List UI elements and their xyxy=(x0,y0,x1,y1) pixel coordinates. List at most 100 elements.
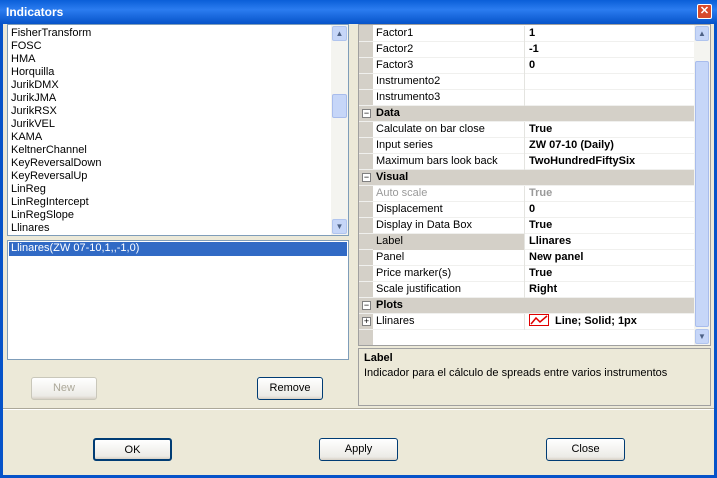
list-item[interactable]: FOSC xyxy=(11,40,42,53)
list-item[interactable]: HMA xyxy=(11,53,35,66)
property-row[interactable]: + Llinares Line; Solid; 1px xyxy=(359,314,694,330)
property-value[interactable]: Right xyxy=(525,282,557,298)
property-row[interactable]: Label Llinares xyxy=(359,234,694,250)
description-text: Indicador para el cálculo de spreads ent… xyxy=(364,367,668,379)
remove-button[interactable]: Remove xyxy=(257,377,323,400)
property-name: Instrumento2 xyxy=(373,74,525,90)
property-value[interactable]: -1 xyxy=(525,42,539,58)
property-row[interactable]: Factor3 0 xyxy=(359,58,694,74)
plot-value-text: Line; Solid; 1px xyxy=(555,315,637,327)
property-name: Factor3 xyxy=(373,58,525,74)
property-grid[interactable]: ▲ ▼ Factor1 1 Factor2 -1 Factor3 0 Instrumento… xyxy=(358,24,711,346)
property-name: Llinares xyxy=(373,314,525,330)
category-label: Data xyxy=(376,107,400,119)
property-value[interactable]: True xyxy=(525,218,552,234)
scroll-thumb[interactable] xyxy=(695,61,709,327)
plot-line-icon xyxy=(529,314,555,327)
list-item[interactable]: KAMA xyxy=(11,131,42,144)
list-item[interactable]: Horquilla xyxy=(11,66,54,79)
list-item[interactable]: JurikRSX xyxy=(11,105,57,118)
property-name: Label xyxy=(373,234,525,250)
property-name: Panel xyxy=(373,250,525,266)
property-value[interactable]: Llinares xyxy=(525,234,571,250)
list-item[interactable]: JurikDMX xyxy=(11,79,59,92)
list-item[interactable]: KeyReversalUp xyxy=(11,170,87,183)
window-title: Indicators xyxy=(6,5,64,19)
property-row[interactable]: Displacement 0 xyxy=(359,202,694,218)
property-value[interactable] xyxy=(525,74,529,90)
property-value[interactable] xyxy=(525,90,529,106)
property-value[interactable]: True xyxy=(525,186,552,202)
property-value[interactable]: New panel xyxy=(525,250,583,266)
applied-item[interactable]: Llinares(ZW 07-10,1,,-1,0) xyxy=(9,242,347,256)
title-bar: Indicators ✕ xyxy=(0,0,717,24)
property-row[interactable]: Input series ZW 07-10 (Daily) xyxy=(359,138,694,154)
expand-icon[interactable]: + xyxy=(362,317,371,326)
property-name: Auto scale xyxy=(373,186,525,202)
list-item[interactable]: LinRegSlope xyxy=(11,209,74,222)
property-value[interactable]: Line; Solid; 1px xyxy=(525,314,637,330)
list-item[interactable]: FisherTransform xyxy=(11,27,91,40)
property-value[interactable]: True xyxy=(525,122,552,138)
indicator-list-scrollbar[interactable]: ▲ ▼ xyxy=(331,25,348,235)
category-label: Plots xyxy=(376,299,403,311)
property-row[interactable]: Auto scale True xyxy=(359,186,694,202)
property-grid-scrollbar[interactable]: ▲ ▼ xyxy=(694,25,710,345)
close-icon[interactable]: ✕ xyxy=(697,4,712,19)
property-row[interactable]: Factor2 -1 xyxy=(359,42,694,58)
property-row[interactable]: Display in Data Box True xyxy=(359,218,694,234)
scroll-down-icon[interactable]: ▼ xyxy=(332,219,347,234)
list-item[interactable]: JurikVEL xyxy=(11,118,55,131)
property-value[interactable]: ZW 07-10 (Daily) xyxy=(525,138,614,154)
property-name: Maximum bars look back xyxy=(373,154,525,170)
property-row[interactable]: Factor1 1 xyxy=(359,26,694,42)
property-value[interactable]: 0 xyxy=(525,58,535,74)
list-item[interactable]: KeyReversalDown xyxy=(11,157,101,170)
scroll-up-icon[interactable]: ▲ xyxy=(695,26,709,41)
property-value[interactable]: TwoHundredFiftySix xyxy=(525,154,635,170)
property-row[interactable]: Scale justification Right xyxy=(359,282,694,298)
property-row[interactable]: Panel New panel xyxy=(359,250,694,266)
collapse-icon[interactable]: − xyxy=(362,173,371,182)
category-label: Visual xyxy=(376,171,409,183)
new-button[interactable]: New xyxy=(31,377,97,400)
property-row[interactable]: Instrumento3 xyxy=(359,90,694,106)
property-value[interactable]: 1 xyxy=(525,26,535,42)
property-name: Displacement xyxy=(373,202,525,218)
property-name: Input series xyxy=(373,138,525,154)
indicator-list[interactable]: ▲ ▼ FisherTransform FOSC HMA Horquilla Jurik… xyxy=(7,24,349,236)
property-name: Display in Data Box xyxy=(373,218,525,234)
property-name: Factor2 xyxy=(373,42,525,58)
apply-button[interactable]: Apply xyxy=(319,438,398,461)
list-item[interactable]: KeltnerChannel xyxy=(11,144,87,157)
property-row[interactable]: Calculate on bar close True xyxy=(359,122,694,138)
list-item[interactable]: Llinares xyxy=(11,222,50,235)
list-item[interactable]: LinReg xyxy=(11,183,46,196)
property-name: Price marker(s) xyxy=(373,266,525,282)
list-item[interactable]: LinRegIntercept xyxy=(11,196,89,209)
property-name: Calculate on bar close xyxy=(373,122,525,138)
property-name: Scale justification xyxy=(373,282,525,298)
property-row[interactable]: Price marker(s) True xyxy=(359,266,694,282)
property-name: Factor1 xyxy=(373,26,525,42)
description-title: Label xyxy=(364,352,393,364)
category-data[interactable]: − Data xyxy=(359,106,694,122)
ok-button[interactable]: OK xyxy=(93,438,172,461)
property-row[interactable]: Instrumento2 xyxy=(359,74,694,90)
list-item[interactable]: JurikJMA xyxy=(11,92,56,105)
scroll-up-icon[interactable]: ▲ xyxy=(332,26,347,41)
collapse-icon[interactable]: − xyxy=(362,109,371,118)
property-row[interactable]: Maximum bars look back TwoHundredFiftySix xyxy=(359,154,694,170)
close-button[interactable]: Close xyxy=(546,438,625,461)
property-value[interactable]: 0 xyxy=(525,202,535,218)
category-plots[interactable]: − Plots xyxy=(359,298,694,314)
property-value[interactable]: True xyxy=(525,266,552,282)
applied-indicators-list[interactable]: Llinares(ZW 07-10,1,,-1,0) xyxy=(7,240,349,360)
scroll-thumb[interactable] xyxy=(332,94,347,118)
scroll-down-icon[interactable]: ▼ xyxy=(695,329,709,344)
collapse-icon[interactable]: − xyxy=(362,301,371,310)
property-name: Instrumento3 xyxy=(373,90,525,106)
description-panel: Label Indicador para el cálculo de sprea… xyxy=(358,348,711,406)
separator xyxy=(3,408,714,410)
category-visual[interactable]: − Visual xyxy=(359,170,694,186)
